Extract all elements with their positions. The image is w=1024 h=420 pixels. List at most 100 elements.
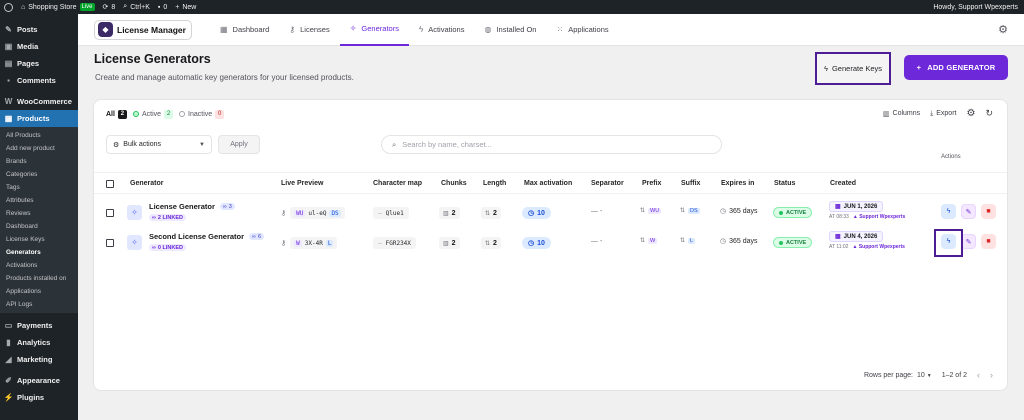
select-all-checkbox[interactable] [106, 180, 114, 188]
submenu-attributes[interactable]: Attributes [0, 194, 78, 207]
submenu-reviews[interactable]: Reviews [0, 207, 78, 220]
preview-prefix: WU [294, 209, 306, 217]
sidebar-item-comments[interactable]: ▪ Comments [0, 72, 78, 89]
plugin-logo[interactable]: ◆ License Manager [94, 19, 192, 40]
sidebar-item-analytics[interactable]: ▮ Analytics [0, 334, 78, 351]
tab-label: Dashboard [232, 25, 270, 34]
sidebar-item-woocommerce[interactable]: W WooCommerce [0, 93, 78, 110]
tab-applications[interactable]: ⁙ Applications [546, 14, 618, 46]
submenu-generators[interactable]: Generators [0, 246, 78, 259]
submenu-brands[interactable]: Brands [0, 155, 78, 168]
filter-all[interactable]: All 2 [106, 109, 127, 119]
column-header[interactable]: Character map [373, 180, 422, 187]
column-header[interactable]: Suffix [681, 180, 700, 187]
apply-button[interactable]: Apply [218, 135, 260, 154]
column-header[interactable]: Expires in [721, 180, 754, 187]
updates-link[interactable]: ⟳ 8 [99, 0, 120, 14]
suffix-icon: ⇅ [680, 238, 686, 244]
edit-button[interactable]: ✎ [961, 204, 976, 219]
sidebar-item-plugins[interactable]: ⚡ Plugins [0, 389, 78, 406]
submenu-products-installed-on[interactable]: Products installed on [0, 272, 78, 285]
comments-link[interactable]: ▪ 0 [154, 0, 171, 14]
filter-count: 2 [117, 109, 127, 119]
row-checkbox[interactable] [106, 209, 114, 217]
command-palette-link[interactable]: ⌕ Ctrl+K [119, 0, 154, 14]
submenu-dashboard[interactable]: Dashboard [0, 220, 78, 233]
column-header[interactable]: Chunks [441, 180, 467, 187]
delete-button[interactable]: ■ [981, 204, 996, 219]
apps-icon: ⁙ [556, 25, 564, 34]
rows-per-page-select[interactable]: 10 ▼ [917, 372, 932, 379]
prefix-icon: ⇅ [640, 208, 646, 214]
add-generator-button[interactable]: + ADD GENERATOR [904, 55, 1008, 80]
table-settings-button[interactable]: ⚙ [966, 108, 975, 119]
tab-generators[interactable]: ✧ Generators [339, 14, 409, 46]
calendar-icon: ▦ [835, 234, 841, 240]
submenu-tags[interactable]: Tags [0, 181, 78, 194]
tab-label: Installed On [496, 25, 537, 34]
submenu-license-keys[interactable]: License Keys [0, 233, 78, 246]
sidebar-item-posts[interactable]: ✎ Posts [0, 21, 78, 38]
delete-button[interactable]: ■ [981, 234, 996, 249]
columns-button[interactable]: ▥ Columns [883, 110, 920, 118]
filter-inactive[interactable]: Inactive 0 [179, 109, 225, 119]
tab-dashboard[interactable]: ▦ Dashboard [210, 14, 279, 46]
submenu-all-products[interactable]: All Products [0, 129, 78, 142]
site-name-link[interactable]: ⌂ Shopping Store Live [17, 0, 99, 14]
submenu-add-new-product[interactable]: Add new product [0, 142, 78, 155]
column-header[interactable]: Live Preview [281, 180, 323, 187]
sidebar-item-pages[interactable]: ▤ Pages [0, 55, 78, 72]
actions-header: Actions [941, 154, 961, 160]
max-activation-number: 10 [537, 209, 545, 217]
new-content-link[interactable]: + New [171, 0, 200, 14]
updates-count: 8 [111, 3, 116, 11]
sidebar-item-marketing[interactable]: ◢ Marketing [0, 351, 78, 368]
updates-icon: ⟳ [102, 4, 109, 11]
generate-keys-row-button[interactable]: ϟ [941, 204, 956, 219]
tab-installed-on[interactable]: ◍ Installed On [474, 14, 546, 46]
generator-name[interactable]: Second License Generator [149, 232, 244, 241]
sidebar-item-label: Payments [17, 321, 53, 330]
submenu-api-logs[interactable]: API Logs [0, 298, 78, 311]
edit-button[interactable]: ✎ [961, 234, 976, 249]
plus-icon: + [916, 63, 922, 72]
created-date: ▦ JUN 1, 2026 [829, 201, 884, 212]
export-button[interactable]: ⤓ Export [930, 110, 956, 118]
submenu-categories[interactable]: Categories [0, 168, 78, 181]
column-header[interactable]: Prefix [642, 180, 661, 187]
sidebar-item-products[interactable]: ▦ Products [0, 110, 78, 127]
sidebar-item-label: Marketing [17, 355, 53, 364]
sidebar-item-payments[interactable]: ▭ Payments [0, 317, 78, 334]
column-header[interactable]: Length [483, 180, 506, 187]
created-by[interactable]: ▲ Support Wpexperts [852, 244, 904, 250]
generator-name[interactable]: License Generator [149, 202, 215, 211]
submenu-applications[interactable]: Applications [0, 285, 78, 298]
generate-keys-button[interactable]: ϟ Generate Keys [815, 52, 891, 85]
column-header[interactable]: Status [774, 180, 795, 187]
search-input[interactable]: ⌕ Search by name, charset... [381, 135, 722, 154]
settings-gear-icon[interactable]: ⚙ [998, 23, 1008, 36]
tab-activations[interactable]: ϟ Activations [409, 14, 475, 46]
account-menu[interactable]: Howdy, Support Wpexperts [929, 0, 1024, 14]
column-header[interactable]: Max activation [524, 180, 572, 187]
bulk-actions-select[interactable]: ⚙ Bulk actions ▼ [106, 135, 212, 154]
expires-value: ◷ 365 days [720, 237, 758, 246]
prev-page-icon[interactable]: ‹ [977, 370, 980, 380]
column-header[interactable]: Created [830, 180, 856, 187]
column-header[interactable]: Separator [591, 180, 624, 187]
sparkle-icon: ✧ [127, 205, 142, 220]
expires-text: 365 days [729, 207, 758, 215]
status-filters: All 2 Active 2 Inactive 0 [106, 108, 225, 120]
created-by[interactable]: ▲ Support Wpexperts [853, 214, 905, 220]
next-page-icon[interactable]: › [990, 370, 993, 380]
tab-licenses[interactable]: ⚷ Licenses [279, 14, 339, 46]
submenu-activations[interactable]: Activations [0, 259, 78, 272]
wp-logo-menu[interactable] [0, 0, 17, 14]
refresh-button[interactable]: ↻ [985, 108, 993, 119]
sidebar-item-media[interactable]: ▣ Media [0, 38, 78, 55]
filter-active[interactable]: Active 2 [132, 109, 174, 119]
row-checkbox[interactable] [106, 239, 114, 247]
search-icon: ⌕ [392, 139, 397, 149]
column-header[interactable]: Generator [130, 180, 163, 187]
sidebar-item-appearance[interactable]: ✐ Appearance [0, 372, 78, 389]
